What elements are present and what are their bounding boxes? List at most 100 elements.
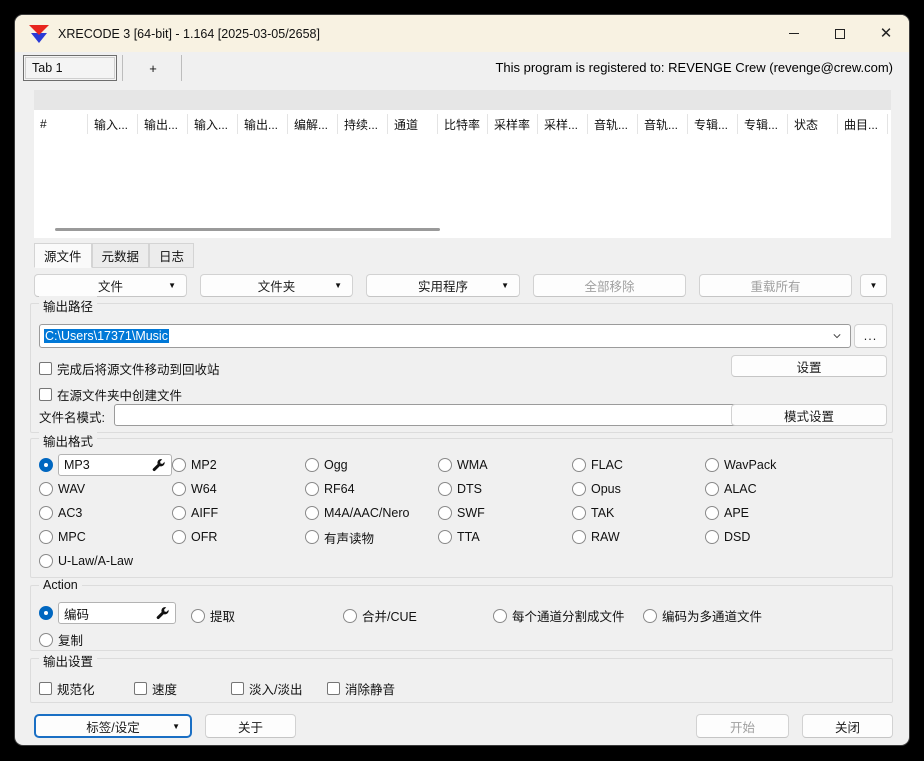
format-radio-option[interactable]: MPC <box>39 530 172 544</box>
action-radio-option[interactable]: 提取 <box>191 606 235 625</box>
format-radio-option[interactable]: Opus <box>572 482 705 496</box>
format-radio-option[interactable]: TTA <box>438 530 572 544</box>
radio-icon <box>438 506 452 520</box>
radio-icon <box>39 554 53 568</box>
more-options-dropdown-button[interactable]: ▼ <box>860 274 887 297</box>
add-tab-button[interactable]: + <box>127 55 179 81</box>
pattern-settings-button[interactable]: 模式设置 <box>731 404 887 426</box>
format-radio-option[interactable]: FLAC <box>572 458 705 472</box>
minimize-button[interactable] <box>771 15 817 52</box>
horizontal-scrollbar[interactable] <box>34 226 891 234</box>
wrench-icon[interactable] <box>152 459 165 472</box>
action-radio-option[interactable]: 合并/CUE <box>343 606 417 625</box>
output-path-combobox[interactable]: C:\Users\17371\Music <box>39 324 851 348</box>
output-setting-checkbox[interactable]: 规范化 <box>39 679 95 698</box>
format-radio-option[interactable]: DSD <box>705 530 776 544</box>
footer-bar: 标签/设定▼ 关于 开始 关闭 <box>15 714 909 738</box>
wrench-icon[interactable] <box>156 607 169 620</box>
table-column-header[interactable]: 输出... <box>138 114 188 134</box>
format-radio-option[interactable]: U-Law/A-Law <box>39 554 172 568</box>
action-radio-option[interactable]: 编码为多通道文件 <box>643 606 762 625</box>
format-radio-option[interactable]: MP2 <box>172 458 305 472</box>
panel-tab-strip: 源文件元数据日志 <box>34 243 194 269</box>
table-column-header[interactable]: 比特率 <box>438 114 488 134</box>
table-column-header[interactable]: 输出... <box>238 114 288 134</box>
tab-1[interactable]: Tab 1 <box>23 55 117 81</box>
table-column-header[interactable]: 音轨... <box>638 114 688 134</box>
create-in-source-folder-checkbox[interactable]: 在源文件夹中创建文件 <box>39 385 182 404</box>
table-column-header[interactable]: 输入... <box>88 114 138 134</box>
move-to-recycle-checkbox[interactable]: 完成后将源文件移动到回收站 <box>39 359 220 378</box>
table-column-header[interactable]: 编解... <box>288 114 338 134</box>
table-column-header[interactable]: 音轨... <box>588 114 638 134</box>
radio-icon <box>172 482 186 496</box>
scrollbar-thumb[interactable] <box>55 228 440 231</box>
action-radio-option[interactable]: 复制 <box>39 630 83 649</box>
panel-tab[interactable]: 日志 <box>149 243 194 268</box>
format-radio-option[interactable]: WAV <box>39 482 172 496</box>
radio-icon <box>705 530 719 544</box>
format-radio-option[interactable]: APE <box>705 506 776 520</box>
format-radio-option[interactable]: M4A/AAC/Nero <box>305 506 438 520</box>
table-column-header[interactable]: 通道 <box>388 114 438 134</box>
format-radio-option[interactable]: WavPack <box>705 458 776 472</box>
radio-icon <box>172 458 186 472</box>
file-list-table[interactable]: #输入...输出...输入...输出...编解...持续...通道比特率采样率采… <box>34 90 891 238</box>
table-column-header[interactable]: 曲目... <box>838 114 888 134</box>
format-radio-option[interactable]: Ogg <box>305 458 438 472</box>
close-button[interactable]: ✕ <box>863 15 909 52</box>
utility-dropdown-button[interactable]: 实用程序▼ <box>366 274 520 297</box>
maximize-button[interactable] <box>817 15 863 52</box>
format-radio-option[interactable]: DTS <box>438 482 572 496</box>
reload-all-button[interactable]: 重载所有 <box>699 274 852 297</box>
format-radio-option[interactable]: AIFF <box>172 506 305 520</box>
browse-path-button[interactable]: ... <box>854 324 887 348</box>
toolbar: 文件▼ 文件夹▼ 实用程序▼ 全部移除 重载所有 ▼ <box>15 274 909 297</box>
table-column-header[interactable]: 持续... <box>338 114 388 134</box>
format-radio-option[interactable]: ALAC <box>705 482 776 496</box>
output-settings-group: 输出设置 规范化 速度 淡入/淡出 消除静音 <box>30 658 893 703</box>
action-radio-option[interactable]: 每个通道分割成文件 <box>493 606 625 625</box>
action-radio-option[interactable]: 编码 <box>39 602 176 624</box>
table-column-header[interactable]: 输入... <box>188 114 238 134</box>
filename-pattern-combobox[interactable] <box>114 404 751 426</box>
format-radio-option[interactable]: TAK <box>572 506 705 520</box>
panel-tab[interactable]: 源文件 <box>34 243 92 268</box>
format-radio-option[interactable]: AC3 <box>39 506 172 520</box>
table-column-header[interactable]: 采样率 <box>488 114 538 134</box>
format-radio-option[interactable]: WMA <box>438 458 572 472</box>
dropdown-arrow-icon: ▼ <box>334 281 342 290</box>
table-column-header[interactable]: 专辑... <box>738 114 788 134</box>
checkbox-icon <box>327 682 340 695</box>
table-column-header[interactable]: # <box>34 114 88 134</box>
panel-tab[interactable]: 元数据 <box>92 243 150 268</box>
dropdown-arrow-icon: ▼ <box>172 722 180 731</box>
format-radio-option[interactable]: 有声读物 <box>305 528 438 547</box>
close-app-button[interactable]: 关闭 <box>802 714 893 738</box>
settings-button[interactable]: 设置 <box>731 355 887 377</box>
format-radio-option[interactable]: OFR <box>172 530 305 544</box>
chevron-down-icon[interactable] <box>833 332 841 340</box>
files-dropdown-button[interactable]: 文件▼ <box>34 274 187 297</box>
output-setting-checkbox[interactable]: 消除静音 <box>327 679 395 698</box>
format-radio-option[interactable]: SWF <box>438 506 572 520</box>
dropdown-arrow-icon: ▼ <box>501 281 509 290</box>
format-radio-option[interactable]: RF64 <box>305 482 438 496</box>
format-radio-option[interactable]: RAW <box>572 530 705 544</box>
table-column-header[interactable]: 状态 <box>788 114 838 134</box>
start-button[interactable]: 开始 <box>696 714 789 738</box>
format-radio-option[interactable]: MP3 <box>39 454 172 476</box>
format-radio-option[interactable]: W64 <box>172 482 305 496</box>
radio-icon <box>305 482 319 496</box>
title-bar[interactable]: XRECODE 3 [64-bit] - 1.164 [2025-03-05/2… <box>15 15 909 52</box>
about-button[interactable]: 关于 <box>205 714 296 738</box>
output-setting-checkbox[interactable]: 淡入/淡出 <box>231 679 302 698</box>
table-header-row: #输入...输出...输入...输出...编解...持续...通道比特率采样率采… <box>34 110 891 138</box>
folder-dropdown-button[interactable]: 文件夹▼ <box>200 274 353 297</box>
tags-settings-dropdown-button[interactable]: 标签/设定▼ <box>34 714 192 738</box>
table-column-header[interactable]: 采样... <box>538 114 588 134</box>
remove-all-button[interactable]: 全部移除 <box>533 274 686 297</box>
document-tab-row: Tab 1 + This program is registered to: R… <box>15 53 909 81</box>
output-setting-checkbox[interactable]: 速度 <box>134 679 177 698</box>
table-column-header[interactable]: 专辑... <box>688 114 738 134</box>
